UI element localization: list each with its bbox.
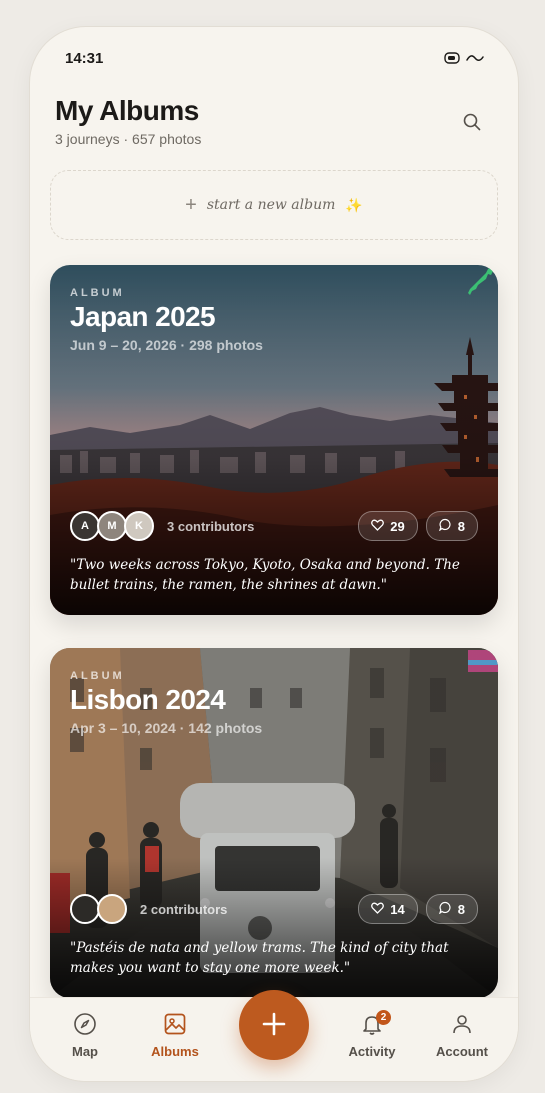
likes-button[interactable]: 29 [358, 511, 418, 541]
status-icons [444, 51, 484, 69]
album-eyebrow: ALBUM [70, 670, 125, 682]
page-title: My Albums [55, 95, 199, 126]
tab-label: Activity [348, 1044, 396, 1059]
plus-icon [261, 1004, 287, 1046]
album-stats: 14 8 [358, 894, 478, 924]
tab-account[interactable]: Account [422, 1012, 502, 1059]
notification-badge: 2 [376, 1010, 391, 1025]
avatar: M [97, 511, 127, 541]
tab-label: Map [72, 1044, 98, 1059]
comment-icon [438, 518, 452, 534]
phone-frame: 14:31 My Albums 3 journeys · 657 photos [30, 27, 518, 1081]
tab-albums[interactable]: Albums [135, 1012, 215, 1059]
new-album-label: start a new album [206, 197, 336, 213]
album-meta: Jun 9 – 20, 2026 · 298 photos [70, 337, 263, 353]
new-album-button[interactable]: + start a new album ✨ [50, 170, 498, 240]
compass-icon [73, 1012, 97, 1041]
tab-label: Albums [151, 1044, 199, 1059]
avatar [70, 894, 100, 924]
album-eyebrow: ALBUM [70, 287, 125, 299]
album-title: Japan 2025 [70, 301, 216, 332]
plus-icon: + [185, 193, 197, 216]
album-meta: Apr 3 – 10, 2024 · 142 photos [70, 720, 263, 736]
tab-map[interactable]: Map [45, 1012, 125, 1059]
contributors-label: 3 contributors [167, 518, 255, 534]
likes-count: 14 [390, 901, 405, 917]
likes-count: 29 [390, 518, 405, 534]
comments-count: 8 [457, 901, 465, 917]
user-icon [450, 1012, 474, 1041]
album-card-lisbon[interactable]: ALBUM Lisbon 2024 Apr 3 – 10, 2024 · 142… [50, 648, 498, 998]
add-button[interactable] [239, 990, 309, 1060]
avatar [97, 894, 127, 924]
album-quote: "Pastéis de nata and yellow trams. The k… [70, 940, 449, 976]
album-card-japan[interactable]: ALBUM Japan 2025 Jun 9 – 20, 2026 · 298 … [50, 265, 498, 615]
contributors-avatars: 2 contributors [70, 894, 227, 924]
album-title: Lisbon 2024 [70, 684, 226, 715]
comments-button[interactable]: 8 [425, 894, 478, 924]
status-time: 14:31 [65, 50, 104, 67]
wifi-icon [466, 51, 484, 69]
comment-icon [438, 901, 452, 917]
avatar: K [124, 511, 154, 541]
avatar: A [70, 511, 100, 541]
likes-button[interactable]: 14 [358, 894, 418, 924]
search-button[interactable] [457, 109, 487, 139]
contributors-avatars: A M K 3 contributors [70, 511, 254, 541]
status-bar: 14:31 [30, 27, 518, 87]
tab-label: Account [436, 1044, 488, 1059]
tab-activity[interactable]: 2 Activity [332, 1010, 412, 1059]
heart-icon [371, 519, 385, 534]
comments-count: 8 [457, 518, 465, 534]
japan-map-icon [466, 265, 496, 306]
contributors-label: 2 contributors [140, 901, 228, 917]
album-quote: "Two weeks across Tokyo, Kyoto, Osaka an… [70, 557, 460, 593]
battery-icon [444, 51, 460, 69]
page-header: My Albums 3 journeys · 657 photos [55, 95, 495, 155]
sparkles-icon: ✨ [345, 196, 363, 213]
comments-button[interactable]: 8 [425, 511, 478, 541]
search-icon [462, 112, 482, 137]
page-subtitle: 3 journeys · 657 photos [55, 131, 202, 147]
album-stats: 29 8 [358, 511, 478, 541]
heart-icon [371, 902, 385, 917]
image-icon [163, 1012, 187, 1041]
